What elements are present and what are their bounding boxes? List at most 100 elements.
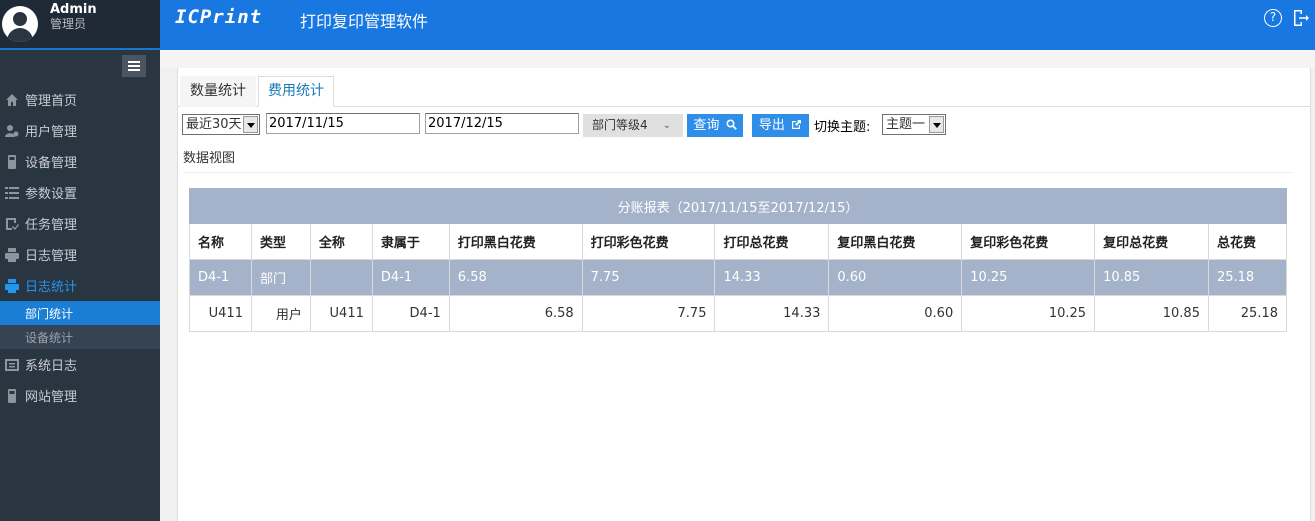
table-cell: 6.58 bbox=[448, 295, 583, 332]
sidebar-item-home[interactable]: 管理首页 bbox=[0, 84, 160, 115]
table-cell: 14.33 bbox=[714, 259, 830, 296]
column-header: 隶属于 bbox=[371, 223, 450, 260]
app-logo: ICPrint bbox=[175, 6, 263, 28]
dept-level-value: 部门等级4 bbox=[592, 118, 648, 132]
sidebar-item-label: 任务管理 bbox=[25, 218, 78, 233]
table-cell: D4-1 bbox=[371, 259, 450, 296]
sidebar-subitem-label: 部门统计 bbox=[25, 306, 74, 321]
external-link-icon bbox=[792, 120, 802, 129]
data-view-label: 数据视图 bbox=[183, 151, 236, 166]
help-icon[interactable]: ? bbox=[1264, 9, 1282, 27]
table-cell: 0.60 bbox=[828, 259, 963, 296]
sidebar-subitem-label: 设备统计 bbox=[25, 330, 74, 345]
site-icon bbox=[4, 388, 20, 404]
column-header: 复印总花费 bbox=[1094, 223, 1209, 260]
sidebar-subitem-dept-stats[interactable]: 部门统计 bbox=[0, 301, 160, 325]
filter-toolbar: 最近30天 2017/11/15 2017/12/15 部门等级4 ⌄ 查询 导… bbox=[182, 113, 1312, 137]
sidebar-item-devices[interactable]: 设备管理 bbox=[0, 146, 160, 177]
sidebar-item-label: 设备管理 bbox=[25, 156, 78, 171]
sidebar-item-logs[interactable]: 日志管理 bbox=[0, 239, 160, 270]
sidebar-item-syslog[interactable]: 系统日志 bbox=[0, 349, 160, 380]
range-select-value: 最近30天 bbox=[186, 117, 242, 132]
header-spacer bbox=[160, 50, 1315, 68]
sidebar-item-label: 用户管理 bbox=[25, 125, 78, 140]
table-cell: 0.60 bbox=[828, 295, 963, 332]
sidebar-item-tasks[interactable]: 任务管理 bbox=[0, 208, 160, 239]
tab-cost-stats[interactable]: 费用统计 bbox=[258, 76, 334, 107]
chevron-down-icon: ⌄ bbox=[662, 120, 671, 131]
column-header: 复印黑白花费 bbox=[828, 223, 963, 260]
theme-select[interactable]: 主题一 bbox=[882, 114, 946, 135]
table-row-user[interactable]: U411 用户 U411 D4-1 6.58 7.75 14.33 0.60 1… bbox=[189, 295, 1288, 332]
theme-select-value: 主题一 bbox=[886, 117, 926, 132]
chevron-down-icon bbox=[929, 116, 944, 133]
vertical-scrollbar[interactable] bbox=[1310, 68, 1315, 521]
main-content: 数量统计 费用统计 最近30天 2017/11/15 2017/12/15 部门… bbox=[177, 68, 1315, 521]
column-header: 复印彩色花费 bbox=[961, 223, 1096, 260]
column-header: 类型 bbox=[250, 223, 311, 260]
users-icon bbox=[4, 123, 20, 139]
export-button[interactable]: 导出 bbox=[752, 114, 809, 137]
sidebar-item-label: 网站管理 bbox=[25, 390, 78, 405]
sidebar: Admin 管理员 管理首页 用户管理 设备管理 参数设置 任务管理 日志管理 … bbox=[0, 0, 160, 521]
table-cell: D4-1 bbox=[371, 295, 450, 332]
sidebar-item-label: 系统日志 bbox=[25, 359, 78, 374]
sidebar-item-label: 日志管理 bbox=[25, 249, 78, 264]
range-select[interactable]: 最近30天 bbox=[182, 114, 260, 135]
stats-icon bbox=[4, 278, 20, 294]
table-cell: U411 bbox=[309, 295, 373, 332]
logout-icon[interactable] bbox=[1292, 9, 1310, 27]
table-cell: U411 bbox=[189, 295, 252, 332]
home-icon bbox=[4, 92, 20, 108]
syslog-icon bbox=[4, 357, 20, 373]
table-cell bbox=[309, 259, 373, 296]
start-date-input[interactable]: 2017/11/15 bbox=[266, 113, 420, 134]
dept-level-select[interactable]: 部门等级4 ⌄ bbox=[583, 114, 683, 137]
user-profile: Admin 管理员 bbox=[0, 0, 160, 50]
table-cell: 10.25 bbox=[961, 295, 1096, 332]
export-button-label: 导出 bbox=[758, 118, 785, 133]
query-button-label: 查询 bbox=[693, 118, 720, 133]
end-date-input[interactable]: 2017/12/15 bbox=[425, 113, 579, 134]
sidebar-item-label: 日志统计 bbox=[25, 280, 78, 295]
table-cell: 6.58 bbox=[448, 259, 583, 296]
sidebar-subitem-device-stats[interactable]: 设备统计 bbox=[0, 325, 160, 349]
table-cell: 7.75 bbox=[581, 295, 716, 332]
table-cell: 14.33 bbox=[714, 295, 830, 332]
table-cell: 10.85 bbox=[1094, 295, 1209, 332]
table-cell: 25.18 bbox=[1207, 259, 1288, 296]
chevron-down-icon bbox=[243, 116, 258, 133]
avatar-icon[interactable] bbox=[2, 6, 38, 42]
sidebar-item-params[interactable]: 参数设置 bbox=[0, 177, 160, 208]
column-header: 打印彩色花费 bbox=[581, 223, 716, 260]
sidebar-item-label: 管理首页 bbox=[25, 94, 78, 109]
query-button[interactable]: 查询 bbox=[687, 114, 743, 137]
table-cell: D4-1 bbox=[189, 259, 252, 296]
list-icon bbox=[4, 185, 20, 201]
divider bbox=[183, 172, 1293, 173]
table-cell: 25.18 bbox=[1207, 295, 1288, 332]
stats-tabs: 数量统计 费用统计 bbox=[180, 76, 336, 107]
task-icon bbox=[4, 216, 20, 232]
tab-quantity-stats[interactable]: 数量统计 bbox=[180, 76, 256, 107]
report-caption: 分账报表（2017/11/15至2017/12/15） bbox=[189, 188, 1287, 224]
app-header: ICPrint 打印复印管理软件 ? bbox=[160, 0, 1315, 50]
table-cell: 部门 bbox=[250, 259, 311, 296]
profile-role: 管理员 bbox=[50, 17, 87, 31]
table-row-dept[interactable]: D4-1 部门 D4-1 6.58 7.75 14.33 0.60 10.25 … bbox=[189, 259, 1288, 296]
sidebar-item-site[interactable]: 网站管理 bbox=[0, 380, 160, 411]
column-header: 打印总花费 bbox=[714, 223, 830, 260]
column-header: 打印黑白花费 bbox=[448, 223, 583, 260]
sidebar-item-log-stats[interactable]: 日志统计 bbox=[0, 270, 160, 301]
printer-icon bbox=[4, 247, 20, 263]
profile-name: Admin bbox=[50, 2, 97, 17]
table-cell: 10.85 bbox=[1094, 259, 1209, 296]
device-icon bbox=[4, 154, 20, 170]
column-header: 全称 bbox=[309, 223, 373, 260]
app-title: 打印复印管理软件 bbox=[300, 12, 429, 31]
column-header: 名称 bbox=[189, 223, 252, 260]
table-cell: 10.25 bbox=[961, 259, 1096, 296]
menu-toggle-icon[interactable] bbox=[122, 55, 146, 77]
sidebar-item-users[interactable]: 用户管理 bbox=[0, 115, 160, 146]
cost-report-table: 分账报表（2017/11/15至2017/12/15） 名称 类型 全称 隶属于… bbox=[189, 188, 1288, 332]
